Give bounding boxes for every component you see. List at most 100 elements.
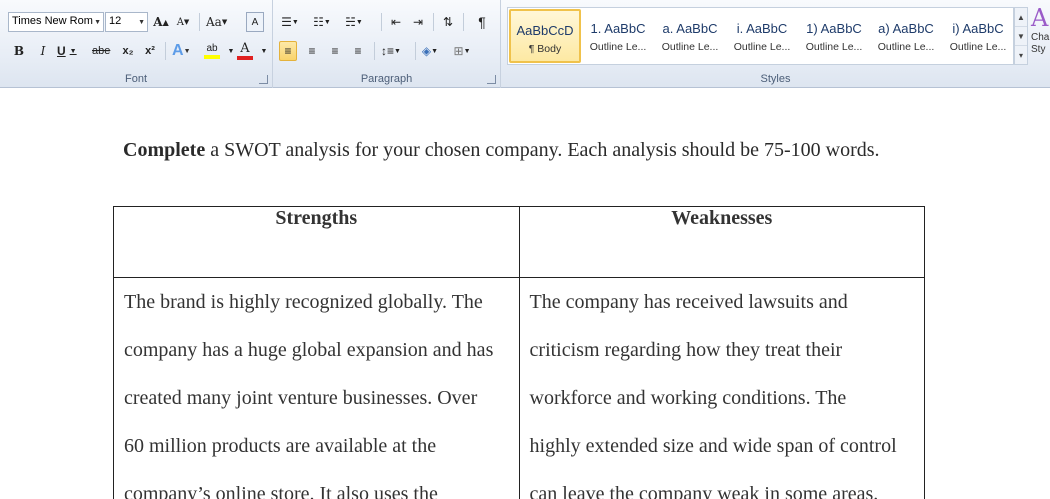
cell-line: company’s online store. It also uses the (124, 483, 438, 499)
cell-line: highly extended size and wide span of co… (529, 435, 897, 457)
grow-font-icon: A (153, 15, 163, 29)
style-preview: a. AaBbC (662, 21, 718, 36)
separator (374, 42, 375, 60)
align-center-button[interactable]: ≡ (303, 41, 321, 61)
justify-icon: ≡ (354, 44, 362, 58)
chevron-up-icon: ▲ (1017, 13, 1025, 22)
sort-icon: ⇅ (442, 15, 454, 29)
line-spacing-button[interactable]: ↕≡ ▼ (381, 41, 401, 61)
change-case-button[interactable]: Aa ▼ (206, 12, 227, 32)
strikethrough-button[interactable]: abe (92, 41, 110, 61)
font-color-button[interactable]: A (236, 41, 254, 61)
gallery-more-button[interactable]: ▾ (1015, 46, 1027, 65)
separator (433, 13, 434, 31)
superscript-icon: x² (145, 45, 155, 57)
justify-button[interactable]: ≡ (349, 41, 367, 61)
style-name: Outline Le... (877, 41, 935, 53)
font-color-icon: A (240, 41, 250, 56)
decrease-indent-button[interactable]: ⇤ (387, 12, 405, 32)
strengths-cell[interactable]: The brand is highly recognized globally.… (113, 277, 520, 499)
font-color-dropdown[interactable]: ▼ (255, 41, 273, 61)
superscript-button[interactable]: x² (141, 41, 159, 61)
style-name: Outline Le... (661, 41, 719, 53)
style-preview: AaBbCcD (516, 23, 574, 38)
paragraph-group-label: Paragraph (360, 73, 413, 85)
bullet-list-icon: ☰ (281, 15, 292, 29)
cell-line: company has a huge global expansion and … (124, 339, 494, 361)
gallery-up-button[interactable]: ▲ (1015, 8, 1027, 27)
clear-formatting-button[interactable]: A (246, 12, 264, 32)
cell-line: The brand is highly recognized globally.… (124, 291, 483, 313)
underline-button[interactable]: U ▼ (57, 41, 77, 61)
numbering-button[interactable]: ☷ ▼ (313, 12, 331, 32)
style-outline-6[interactable]: i) AaBbC Outline Le... (942, 9, 1014, 63)
align-right-button[interactable]: ≡ (326, 41, 344, 61)
chevron-down-icon: ▼ (260, 47, 268, 55)
swot-table: Strengths Weaknesses The brand is highly… (113, 206, 926, 499)
font-dialog-launcher[interactable] (259, 75, 268, 84)
table-row: The brand is highly recognized globally.… (113, 277, 926, 499)
underline-icon: U (57, 44, 66, 58)
bullets-button[interactable]: ☰ ▼ (281, 12, 299, 32)
styles-group-label: Styles (760, 73, 791, 85)
subscript-button[interactable]: x₂ (119, 41, 137, 61)
paragraph-group: ☰ ▼ ☷ ▼ ☵ ▼ ⇤ ⇥ ⇅ ¶ ≡ ≡ ≡ ≡ ↕≡ ▼ ◈ ▼ ⊞ ▼ Parag… (273, 0, 501, 88)
highlight-button[interactable]: ab (203, 41, 221, 61)
borders-button[interactable]: ⊞ ▼ (453, 41, 471, 61)
paint-bucket-icon: ◈ (421, 44, 432, 58)
paragraph-dialog-launcher[interactable] (487, 75, 496, 84)
gallery-down-button[interactable]: ▼ (1015, 27, 1027, 46)
style-outline-1[interactable]: 1. AaBbC Outline Le... (582, 9, 654, 63)
multilevel-list-icon: ☵ (345, 15, 356, 29)
style-name: Outline Le... (949, 41, 1007, 53)
highlighter-icon: ab (206, 43, 218, 54)
bold-button[interactable]: B (10, 41, 28, 61)
style-name: ¶ Body (528, 43, 562, 55)
style-preview: a) AaBbC (878, 21, 934, 36)
font-group: Times New Rom ▼ 12 ▼ A ▲ A ▼ Aa ▼ A B I U ▼ … (0, 0, 273, 88)
separator (165, 42, 166, 60)
change-styles-button[interactable]: A Cha Sty (1031, 4, 1050, 70)
grow-font-button[interactable]: A ▲ (152, 12, 170, 32)
more-icon: ▾ (1018, 51, 1023, 60)
text-effects-button[interactable]: A ▼ (172, 41, 191, 61)
style-outline-2[interactable]: a. AaBbC Outline Le... (654, 9, 726, 63)
style-outline-3[interactable]: i. AaBbC Outline Le... (726, 9, 798, 63)
font-name-value: Times New Rom (12, 15, 93, 27)
italic-button[interactable]: I (34, 41, 52, 61)
align-left-icon: ≡ (284, 44, 292, 58)
separator (381, 13, 382, 31)
font-size-box[interactable]: 12 ▼ (105, 12, 148, 32)
strikethrough-icon: abe (92, 45, 111, 57)
align-center-icon: ≡ (308, 44, 316, 58)
style-body[interactable]: AaBbCcD ¶ Body (509, 9, 581, 63)
subscript-icon: x₂ (122, 45, 134, 57)
separator (463, 13, 464, 31)
sort-button[interactable]: ⇅ (439, 12, 457, 32)
multilevel-list-button[interactable]: ☵ ▼ (345, 12, 363, 32)
instruction-paragraph: Complete a SWOT analysis for your chosen… (123, 139, 880, 162)
border-icon: ⊞ (453, 44, 464, 58)
chevron-down-icon: ▼ (94, 19, 101, 26)
weaknesses-cell[interactable]: The company has received lawsuits and cr… (518, 277, 926, 499)
italic-icon: I (40, 44, 46, 58)
style-outline-4[interactable]: 1) AaBbC Outline Le... (798, 9, 870, 63)
increase-indent-button[interactable]: ⇥ (409, 12, 427, 32)
document-page[interactable]: Complete a SWOT analysis for your chosen… (0, 89, 1050, 499)
strengths-header[interactable]: Strengths (113, 206, 520, 278)
shading-button[interactable]: ◈ ▼ (421, 41, 439, 61)
style-outline-5[interactable]: a) AaBbC Outline Le... (870, 9, 942, 63)
numbered-list-icon: ☷ (313, 15, 324, 29)
text-effects-icon: A (172, 42, 184, 59)
font-name-box[interactable]: Times New Rom ▼ (8, 12, 104, 32)
shrink-font-button[interactable]: A ▼ (174, 12, 192, 32)
instruction-bold: Complete (123, 139, 206, 161)
increase-indent-icon: ⇥ (412, 15, 424, 29)
highlight-color-swatch (204, 55, 220, 59)
align-left-button[interactable]: ≡ (279, 41, 297, 61)
show-marks-button[interactable]: ¶ (473, 12, 491, 32)
separator (415, 42, 416, 60)
style-name: Outline Le... (805, 41, 863, 53)
font-size-value: 12 (109, 15, 122, 27)
weaknesses-header[interactable]: Weaknesses (518, 206, 926, 278)
